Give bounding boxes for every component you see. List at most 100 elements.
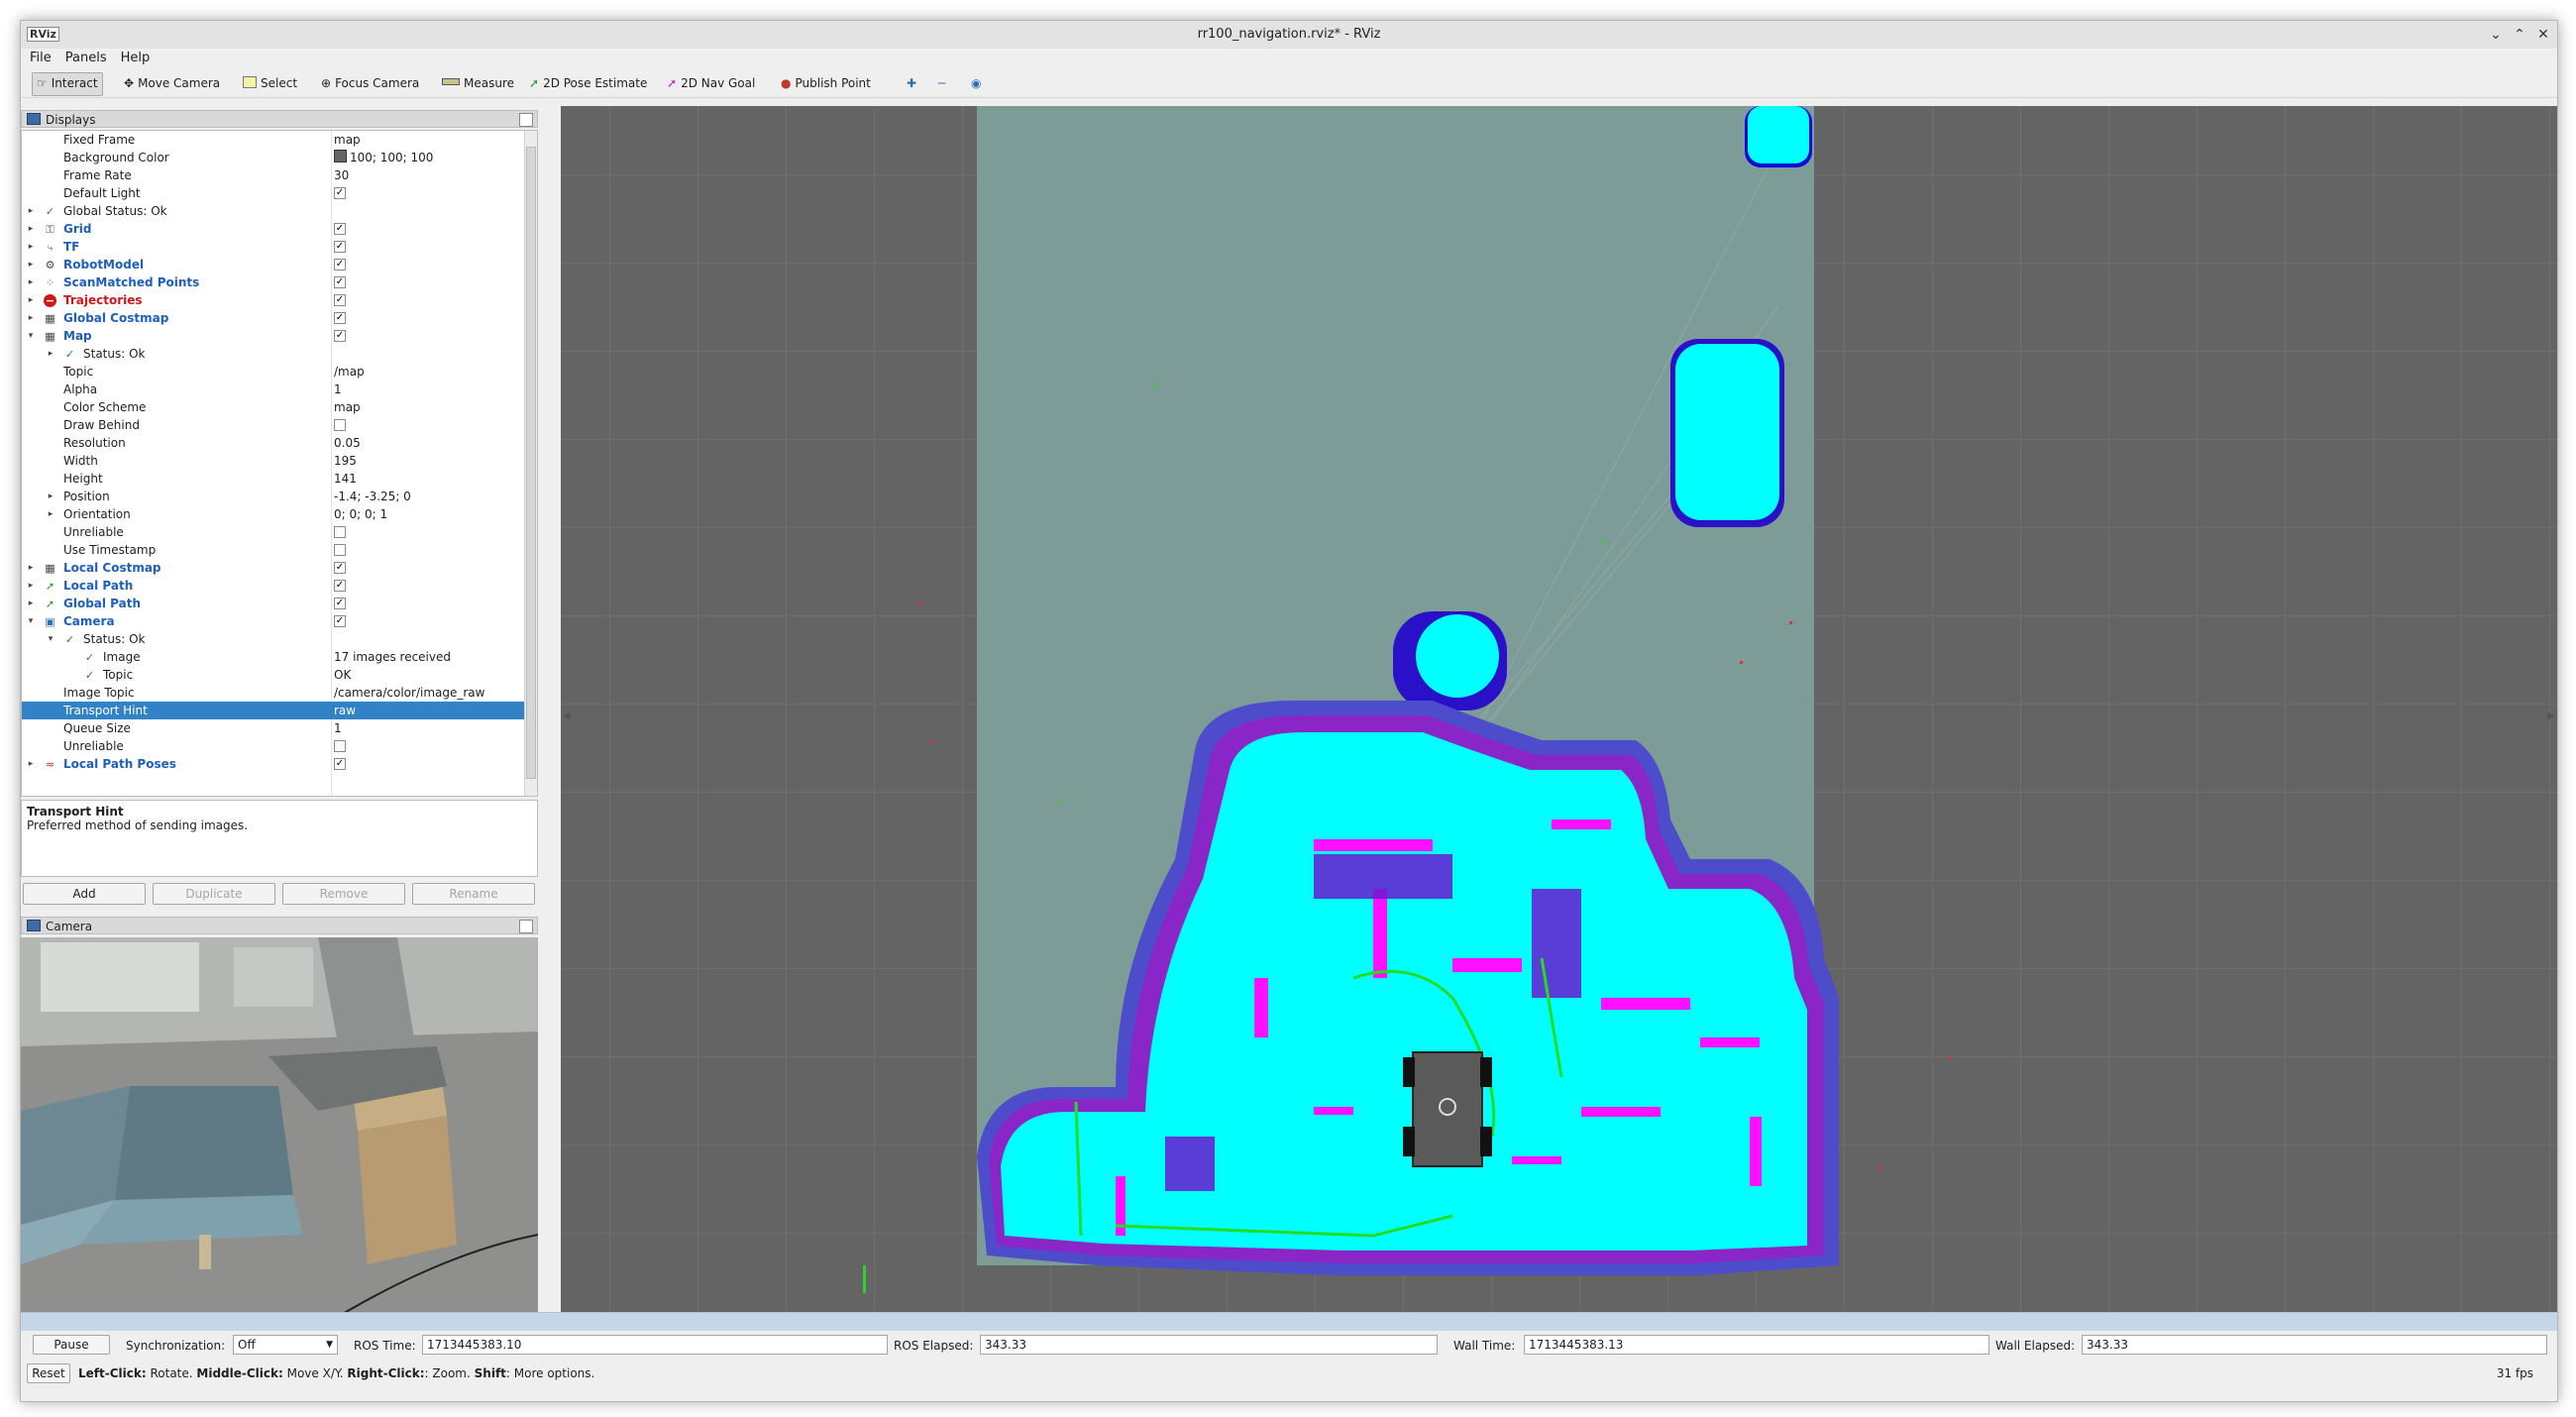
tool-select[interactable]: Select	[239, 72, 301, 94]
row-robotmodel[interactable]: ▸ ⚙ RobotModel ✓	[22, 256, 525, 273]
reset-button[interactable]: Reset	[27, 1363, 70, 1383]
row-tf[interactable]: ▸ ⤷ TF ✓	[22, 238, 525, 256]
row-camera-status[interactable]: ▾ ✓ Status: Ok	[22, 630, 525, 648]
checkbox[interactable]: ✓	[334, 758, 346, 770]
row-map-height[interactable]: Height 141	[22, 470, 525, 488]
scrollbar-thumb[interactable]	[526, 147, 536, 779]
row-grid[interactable]: ▸ ⚿ Grid ✓	[22, 220, 525, 238]
row-map-orientation[interactable]: ▸ Orientation 0; 0; 0; 1	[22, 505, 525, 523]
sync-dropdown[interactable]: Off ▼	[233, 1335, 338, 1355]
checkbox[interactable]: ✓	[334, 276, 346, 288]
wall-time-field[interactable]: 1713445383.13	[1524, 1335, 1989, 1355]
expand-arrow-icon[interactable]: ▸	[46, 488, 55, 505]
rename-button[interactable]: Rename	[412, 883, 535, 905]
add-button[interactable]: Add	[23, 883, 146, 905]
row-background-color[interactable]: Background Color 100; 100; 100	[22, 149, 525, 166]
collapse-arrow-icon[interactable]: ▾	[26, 612, 36, 630]
row-map-status[interactable]: ▸ ✓ Status: Ok	[22, 345, 525, 363]
row-frame-rate[interactable]: Frame Rate 30	[22, 166, 525, 184]
checkbox[interactable]: ✓	[334, 312, 346, 324]
expand-arrow-icon[interactable]: ▸	[26, 595, 36, 612]
checkbox[interactable]: ✓	[334, 294, 346, 306]
collapse-arrow-icon[interactable]: ▾	[26, 327, 36, 345]
remove-tool-icon[interactable]: ─	[934, 72, 949, 94]
tool-2d-pose-estimate[interactable]: ➚ 2D Pose Estimate	[525, 72, 651, 94]
expand-arrow-icon[interactable]: ▸	[26, 256, 36, 273]
pause-button[interactable]: Pause	[33, 1335, 110, 1355]
row-global-status[interactable]: ▸ ✓ Global Status: Ok	[22, 202, 525, 220]
tool-2d-nav-goal[interactable]: ➚ 2D Nav Goal	[663, 72, 759, 94]
collapse-arrow-icon[interactable]: ▾	[46, 630, 55, 648]
tool-interact[interactable]: ☞ Interact	[32, 72, 103, 96]
row-map-color-scheme[interactable]: Color Scheme map	[22, 398, 525, 416]
remove-button[interactable]: Remove	[282, 883, 405, 905]
right-panel-collapse-icon[interactable]: ▶	[2547, 710, 2555, 721]
tool-properties-icon[interactable]: ◉	[967, 72, 985, 94]
expand-arrow-icon[interactable]: ▸	[26, 755, 36, 773]
maximize-icon[interactable]: ⌃	[2510, 25, 2529, 45]
expand-arrow-icon[interactable]: ▸	[26, 220, 36, 238]
expand-arrow-icon[interactable]: ▸	[26, 202, 36, 220]
close-icon[interactable]: ✕	[2533, 25, 2553, 45]
menu-file[interactable]: File	[23, 49, 58, 67]
checkbox[interactable]	[334, 544, 346, 556]
checkbox[interactable]	[334, 740, 346, 752]
checkbox[interactable]: ✓	[334, 615, 346, 627]
expand-arrow-icon[interactable]: ▸	[26, 577, 36, 595]
row-camera-image-status[interactable]: ✓ Image 17 images received	[22, 648, 525, 666]
expand-arrow-icon[interactable]: ▸	[26, 273, 36, 291]
expand-arrow-icon[interactable]: ▸	[26, 309, 36, 327]
row-global-costmap[interactable]: ▸ ▦ Global Costmap ✓	[22, 309, 525, 327]
menu-help[interactable]: Help	[114, 49, 158, 67]
checkbox[interactable]: ✓	[334, 598, 346, 609]
row-image-topic[interactable]: Image Topic /camera/color/image_raw	[22, 684, 525, 702]
checkbox[interactable]: ✓	[334, 580, 346, 592]
row-map-position[interactable]: ▸ Position -1.4; -3.25; 0	[22, 488, 525, 505]
3d-render-viewport[interactable]: ◀ ▶	[561, 106, 2557, 1329]
panel-float-icon[interactable]	[519, 113, 533, 127]
row-map-unreliable[interactable]: Unreliable	[22, 523, 525, 541]
wall-elapsed-field[interactable]: 343.33	[2082, 1335, 2547, 1355]
tool-publish-point[interactable]: ● Publish Point	[777, 72, 875, 94]
minimize-icon[interactable]: ⌄	[2486, 25, 2506, 45]
checkbox[interactable]: ✓	[334, 187, 346, 199]
checkbox[interactable]: ✓	[334, 259, 346, 271]
row-map-width[interactable]: Width 195	[22, 452, 525, 470]
row-map[interactable]: ▾ ▦ Map ✓	[22, 327, 525, 345]
displays-scrollbar[interactable]	[524, 131, 537, 796]
panel-float-icon[interactable]	[519, 920, 533, 933]
left-panel-collapse-icon[interactable]: ◀	[563, 710, 571, 721]
checkbox[interactable]: ✓	[334, 562, 346, 574]
expand-arrow-icon[interactable]: ▸	[26, 559, 36, 577]
row-map-topic[interactable]: Topic /map	[22, 363, 525, 381]
checkbox[interactable]	[334, 419, 346, 431]
ros-elapsed-field[interactable]: 343.33	[980, 1335, 1438, 1355]
duplicate-button[interactable]: Duplicate	[153, 883, 275, 905]
checkbox[interactable]	[334, 526, 346, 538]
expand-arrow-icon[interactable]: ▸	[26, 238, 36, 256]
row-default-light[interactable]: Default Light ✓	[22, 184, 525, 202]
row-fixed-frame[interactable]: Fixed Frame map	[22, 131, 525, 149]
checkbox[interactable]: ✓	[334, 330, 346, 342]
row-global-path[interactable]: ▸ ➚ Global Path ✓	[22, 595, 525, 612]
expand-arrow-icon[interactable]: ▸	[46, 505, 55, 523]
checkbox[interactable]: ✓	[334, 223, 346, 235]
expand-arrow-icon[interactable]: ▸	[46, 345, 55, 363]
row-local-path[interactable]: ▸ ➚ Local Path ✓	[22, 577, 525, 595]
ros-time-field[interactable]: 1713445383.10	[422, 1335, 888, 1355]
row-camera[interactable]: ▾ ▣ Camera ✓	[22, 612, 525, 630]
row-trajectories[interactable]: ▸ − Trajectories ✓	[22, 291, 525, 309]
row-map-use-timestamp[interactable]: Use Timestamp	[22, 541, 525, 559]
checkbox[interactable]: ✓	[334, 241, 346, 253]
displays-tree[interactable]: Fixed Frame map Background Color 100; 10…	[21, 130, 538, 797]
row-map-resolution[interactable]: Resolution 0.05	[22, 434, 525, 452]
row-transport-hint[interactable]: Transport Hint raw	[22, 702, 525, 719]
row-camera-topic-status[interactable]: ✓ Topic OK	[22, 666, 525, 684]
menu-panels[interactable]: Panels	[58, 49, 114, 67]
expand-arrow-icon[interactable]: ▸	[26, 291, 36, 309]
row-map-draw-behind[interactable]: Draw Behind	[22, 416, 525, 434]
tool-move-camera[interactable]: ✥ Move Camera	[120, 72, 224, 94]
row-map-alpha[interactable]: Alpha 1	[22, 381, 525, 398]
camera-image-view[interactable]	[21, 937, 538, 1329]
tool-focus-camera[interactable]: ⊕ Focus Camera	[317, 72, 423, 94]
